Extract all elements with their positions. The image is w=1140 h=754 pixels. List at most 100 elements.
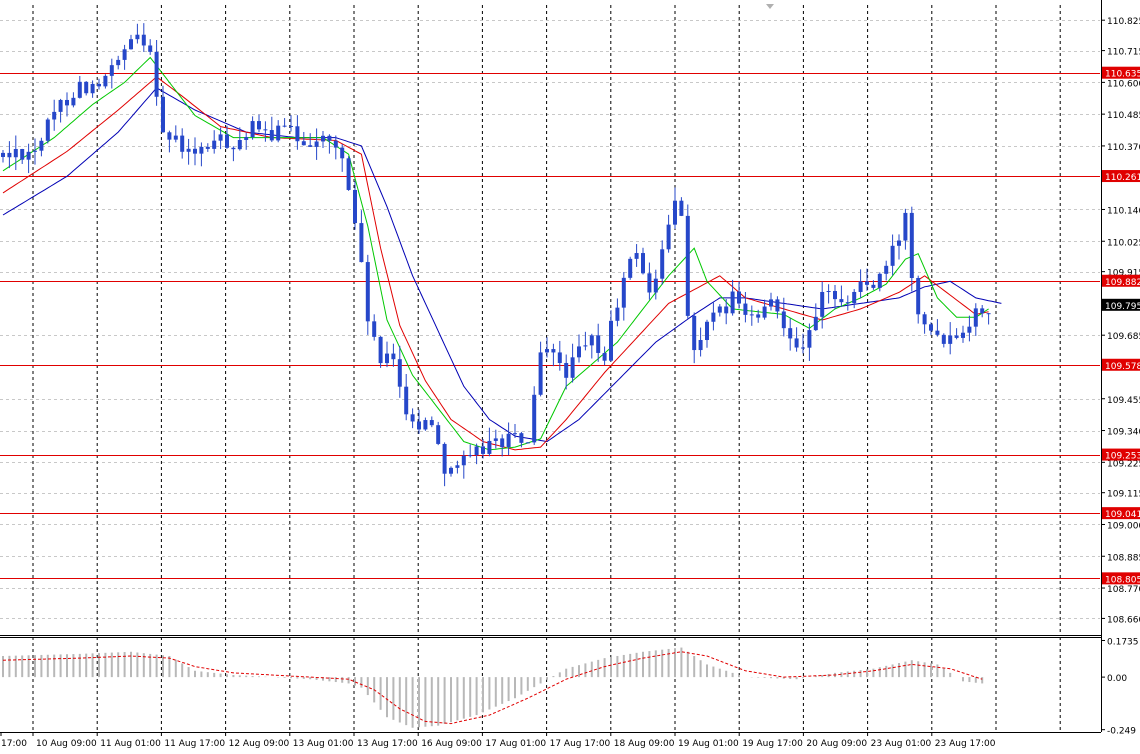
candle-body: [468, 455, 473, 457]
candle-body: [340, 147, 345, 159]
candle-body: [333, 140, 338, 148]
price-level-label: 110.635: [1105, 70, 1140, 80]
candle-body: [749, 314, 754, 316]
candle-body: [244, 137, 249, 140]
candle-body: [295, 126, 300, 142]
candle-body: [218, 134, 223, 141]
x-tick-label: 17 Aug 01:00: [485, 739, 546, 749]
x-tick-label: 18 Aug 09:00: [614, 739, 675, 749]
candle-body: [647, 273, 652, 293]
candle-body: [385, 353, 389, 364]
candle-body: [513, 433, 517, 435]
candle-body: [141, 34, 146, 46]
candle-body: [481, 446, 485, 454]
candle-body: [84, 81, 89, 94]
candle-body: [186, 148, 191, 152]
candle-body: [756, 314, 761, 318]
candle-body: [865, 281, 869, 285]
candle-body: [314, 141, 319, 147]
candle-body: [97, 83, 101, 87]
candle-body: [826, 291, 831, 293]
candle-body: [653, 278, 658, 293]
x-tick-label: 17 Aug 17:00: [550, 739, 611, 749]
candle-body: [276, 125, 281, 141]
candle-body: [794, 338, 799, 348]
y-tick-label: 108.660: [1107, 615, 1140, 625]
candle-body: [167, 132, 172, 140]
price-level-label: 108.805: [1105, 575, 1140, 585]
candle-body: [461, 455, 466, 466]
price-level-label: 110.261: [1105, 173, 1140, 183]
candle-body: [564, 362, 569, 378]
candle-body: [935, 330, 940, 335]
candle-body: [263, 129, 268, 131]
candle-body: [884, 265, 889, 274]
candle-body: [711, 312, 716, 322]
candle-body: [269, 130, 274, 141]
candle-body: [1, 152, 5, 157]
candle-body: [833, 291, 837, 300]
x-tick-label: 23 Aug 17:00: [935, 739, 996, 749]
x-tick-label: 10 Aug 09:00: [36, 739, 97, 749]
osc-tick-label: 0.00: [1107, 674, 1127, 684]
candle-body: [730, 291, 735, 314]
candle-body: [71, 97, 76, 106]
x-tick-label: 13 Aug 17:00: [357, 739, 418, 749]
y-tick-label: 109.340: [1107, 428, 1140, 438]
candle-body: [436, 425, 441, 444]
candle-body: [282, 125, 287, 127]
x-tick-label: 13 Aug 01:00: [293, 739, 354, 749]
candle-body: [20, 149, 25, 160]
candle-body: [781, 311, 786, 329]
y-tick-label: 109.115: [1107, 490, 1140, 500]
osc-tick-label: 0.1735: [1107, 637, 1139, 647]
candle-body: [634, 253, 639, 259]
candle-body: [410, 414, 415, 422]
candle-body: [813, 316, 818, 331]
y-tick-label: 110.370: [1107, 143, 1140, 153]
candle-body: [961, 332, 965, 338]
candle-body: [628, 258, 633, 278]
osc-tick-label: -0.249: [1107, 727, 1136, 737]
candle-body: [39, 140, 44, 151]
candle-body: [289, 125, 293, 127]
candle-body: [109, 65, 114, 76]
candle-body: [557, 352, 562, 363]
y-tick-label: 110.825: [1107, 17, 1140, 27]
candle-body: [673, 200, 677, 225]
candle-body: [487, 440, 492, 454]
candle-body: [199, 146, 204, 154]
candle-body: [365, 262, 370, 322]
candle-body: [948, 335, 953, 344]
y-tick-label: 109.455: [1107, 396, 1140, 406]
candle-body: [820, 291, 825, 317]
candle-body: [103, 75, 108, 87]
candle-body: [577, 346, 581, 358]
candle-body: [90, 83, 95, 94]
candle-body: [423, 420, 428, 430]
y-tick-label: 110.715: [1107, 48, 1140, 58]
candle-body: [58, 99, 63, 112]
candle-body: [493, 438, 498, 441]
candle-body: [532, 394, 537, 443]
y-tick-label: 108.770: [1107, 585, 1140, 595]
candle-body: [391, 353, 396, 360]
candle-body: [583, 345, 588, 347]
candle-body: [301, 141, 306, 146]
candle-body: [129, 39, 133, 50]
candle-body: [743, 303, 748, 315]
candle-body: [359, 223, 364, 263]
candle-body: [429, 420, 434, 426]
candle-body: [372, 321, 377, 337]
candle-body: [225, 134, 229, 148]
candle-body: [602, 352, 607, 361]
candle-body: [231, 147, 236, 150]
candle-body: [852, 291, 857, 304]
candle-body: [897, 240, 901, 246]
candle-body: [839, 299, 844, 303]
candle-body: [538, 352, 543, 395]
candle-body: [705, 321, 709, 341]
candle-body: [807, 330, 812, 348]
candle-body: [26, 151, 31, 160]
candle-body: [922, 314, 927, 325]
